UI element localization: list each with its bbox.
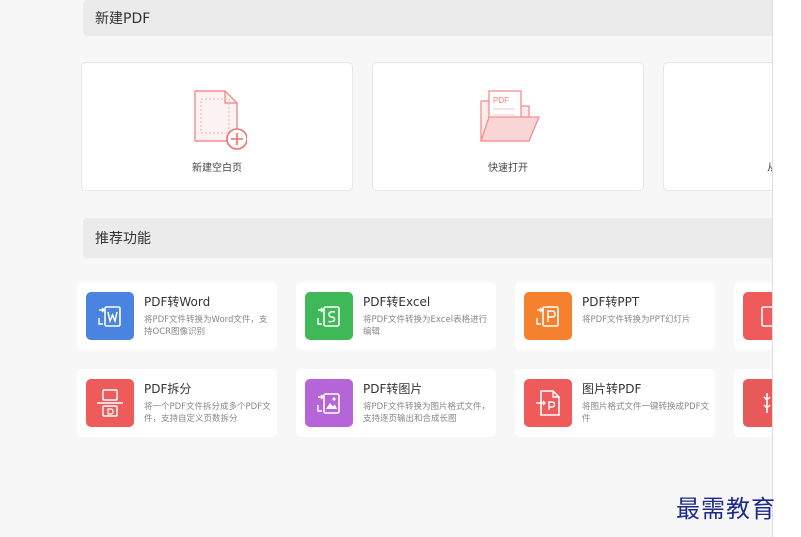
ppt-convert-icon	[524, 292, 572, 340]
card-label: 快速打开	[488, 163, 528, 174]
svg-text:PDF: PDF	[493, 96, 509, 105]
feature-description: 将PDF文件转换为PPT幻灯片	[582, 315, 691, 325]
split-icon	[86, 379, 134, 427]
feature-title: PDF拆分	[144, 382, 192, 396]
blank-page-plus-icon	[187, 89, 248, 155]
new-blank-page-card[interactable]: 新建空白页	[81, 62, 353, 191]
feature-title: PDF转PPT	[582, 295, 640, 309]
partial-create-card[interactable]: 从	[663, 62, 783, 191]
section-header-recommended: 推荐功能	[83, 218, 783, 258]
feature-description: 将图片格式文件一键转换成PDF文件	[582, 402, 710, 424]
image-convert-icon	[305, 379, 353, 427]
word-convert-icon	[86, 292, 134, 340]
vertical-scrollbar[interactable]	[772, 0, 801, 537]
folder-pdf-icon: PDF	[475, 89, 541, 153]
image-to-pdf-icon	[524, 379, 572, 427]
feature-description: 将PDF文件转换为Excel表格进行编辑	[363, 315, 488, 337]
section-title: 新建PDF	[95, 11, 151, 27]
feature-title: PDF转图片	[363, 382, 423, 396]
quick-open-card[interactable]: PDF 快速打开	[372, 62, 644, 191]
partial-feature-icon	[743, 379, 772, 427]
watermark-text: 最需教育	[676, 495, 776, 523]
excel-convert-icon	[305, 292, 353, 340]
feature-description: 将PDF文件转换为Word文件，支持OCR图像识别	[144, 315, 268, 337]
feature-pdf-to-image[interactable]: PDF转图片 将PDF文件转换为图片格式文件，支持逐页输出和合成长图	[296, 369, 496, 437]
card-label: 从	[664, 159, 782, 174]
feature-partial[interactable]	[734, 369, 772, 437]
feature-pdf-to-excel[interactable]: PDF转Excel 将PDF文件转换为Excel表格进行编辑	[296, 282, 496, 350]
section-title: 推荐功能	[95, 231, 151, 247]
feature-description: 将一个PDF文件拆分成多个PDF文件，支持自定义页数拆分	[144, 402, 271, 424]
feature-pdf-to-word[interactable]: PDF转Word 将PDF文件转换为Word文件，支持OCR图像识别	[77, 282, 277, 350]
feature-pdf-to-ppt[interactable]: PDF转PPT 将PDF文件转换为PPT幻灯片	[515, 282, 715, 350]
feature-description: 将PDF文件转换为图片格式文件，支持逐页输出和合成长图	[363, 402, 491, 424]
feature-partial[interactable]	[734, 282, 772, 350]
partial-feature-icon	[743, 292, 772, 340]
feature-pdf-split[interactable]: PDF拆分 将一个PDF文件拆分成多个PDF文件，支持自定义页数拆分	[77, 369, 277, 437]
feature-image-to-pdf[interactable]: 图片转PDF 将图片格式文件一键转换成PDF文件	[515, 369, 715, 437]
card-label: 新建空白页	[192, 163, 242, 174]
feature-title: 图片转PDF	[582, 382, 642, 396]
feature-title: PDF转Word	[144, 295, 211, 309]
feature-title: PDF转Excel	[363, 295, 431, 309]
section-header-new-pdf: 新建PDF	[83, 0, 783, 36]
